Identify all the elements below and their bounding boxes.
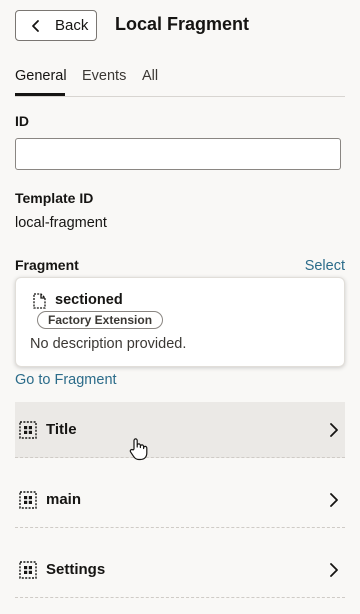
template-id-value: local-fragment [15,215,107,231]
document-icon [33,293,46,309]
fragment-badge: Factory Extension [37,311,164,329]
page-title: Local Fragment [115,14,250,34]
template-id-label: Template ID [15,190,94,206]
chevron-right-icon [330,423,338,437]
slot-row-settings[interactable]: Settings [15,542,345,598]
chevron-right-icon [330,493,338,507]
header: Back Local Fragment [0,0,360,52]
back-button-label: Back [55,17,89,34]
tab-bar: General Events All [15,66,345,97]
active-tab-indicator [15,93,65,96]
id-label: ID [15,113,29,129]
chevron-right-icon [330,563,338,577]
go-to-fragment-link[interactable]: Go to Fragment [15,372,117,388]
chevron-left-icon [32,19,39,32]
back-button[interactable]: Back [15,10,97,41]
slot-row-title[interactable]: Title [15,402,345,458]
select-fragment-link[interactable]: Select [305,258,345,274]
slot-grid-icon [19,491,37,509]
fragment-name: sectioned [55,292,123,308]
slot-row-main[interactable]: main [15,472,345,528]
tab-general[interactable]: General [15,68,67,84]
slot-row-label: Settings [46,561,106,578]
tab-all[interactable]: All [142,68,158,84]
slot-grid-icon [19,561,37,579]
slot-grid-icon [19,421,37,439]
fragment-label: Fragment [15,257,79,273]
fragment-card: sectioned Factory Extension No descripti… [15,277,345,367]
fragment-description: No description provided. [30,336,187,352]
slot-row-label: Title [46,421,77,438]
slot-row-label: main [46,491,82,508]
tab-events[interactable]: Events [82,68,126,84]
id-input[interactable] [15,138,341,170]
